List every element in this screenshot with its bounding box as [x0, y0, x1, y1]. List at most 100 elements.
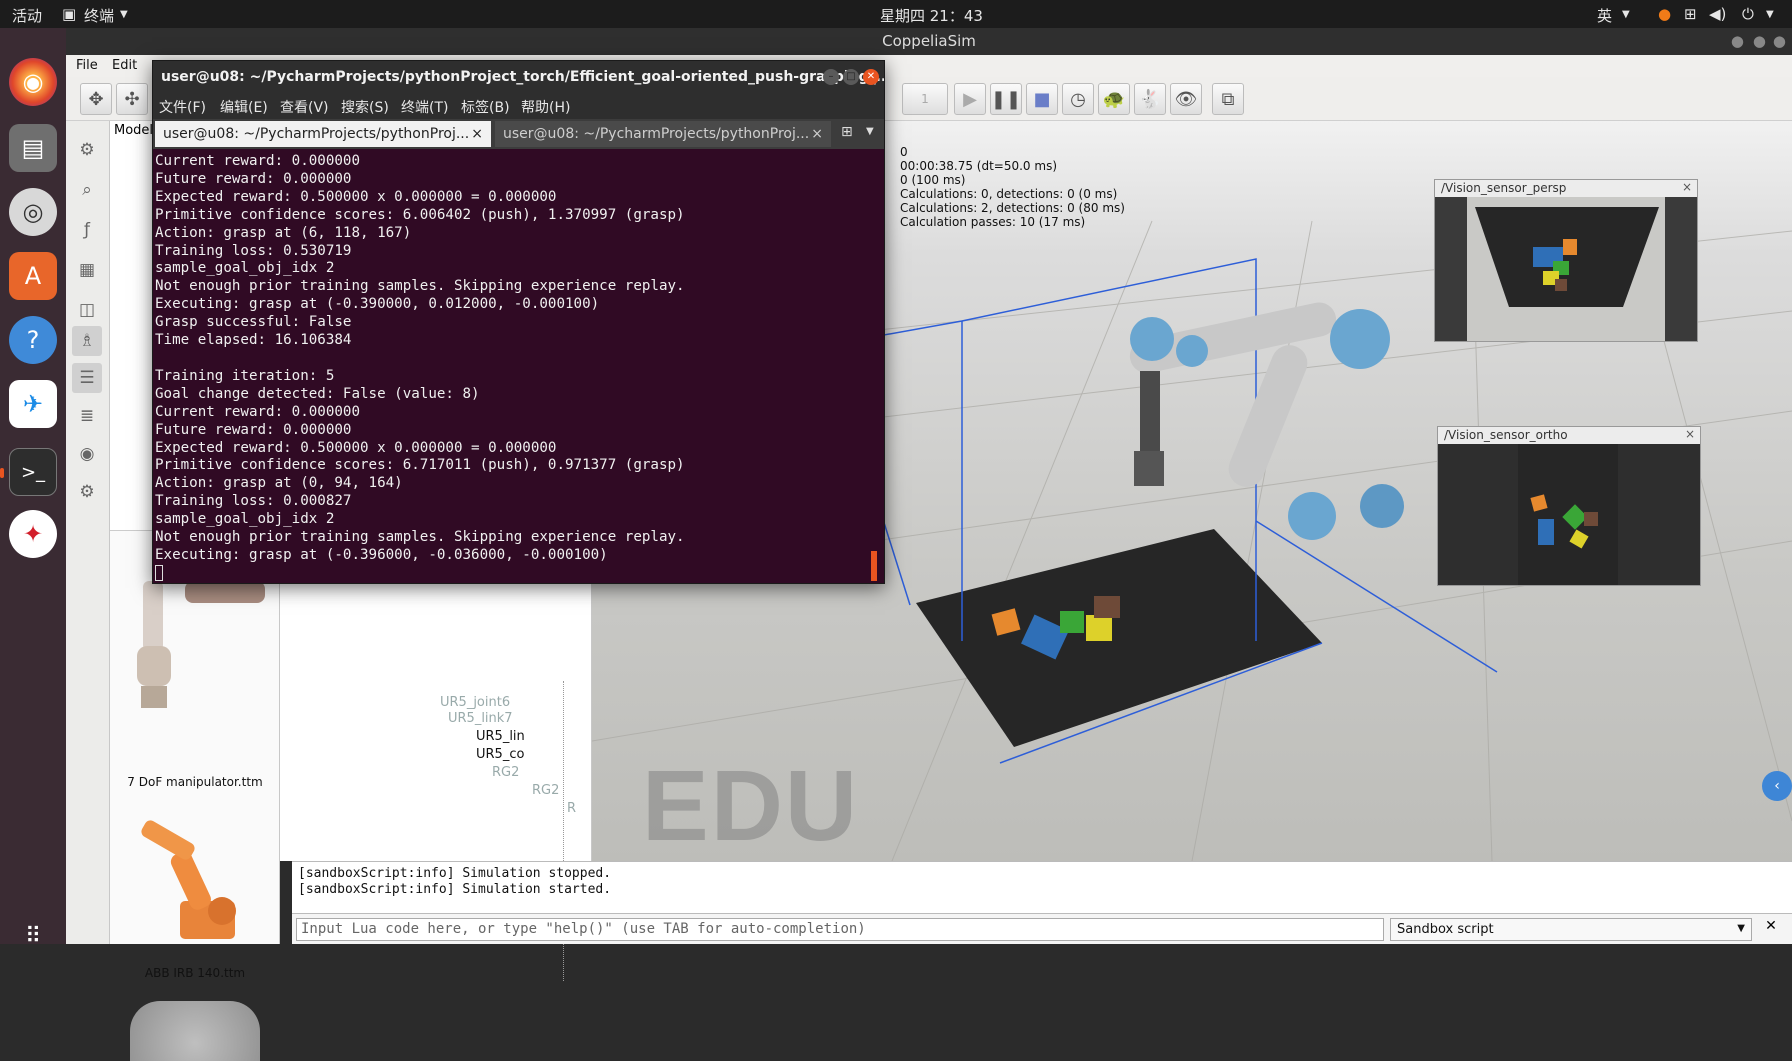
maximize-icon[interactable]: ●: [1753, 28, 1766, 55]
software-center-icon[interactable]: A: [9, 252, 57, 300]
rhythmbox-icon[interactable]: ◎: [9, 188, 57, 236]
layers-icon[interactable]: ≣: [72, 401, 102, 431]
model-thumbnail-abb[interactable]: [130, 811, 260, 951]
visualization-icon[interactable]: 👁: [1170, 83, 1202, 115]
terminal-cursor: [155, 564, 163, 581]
menu-help[interactable]: 帮助(H): [521, 97, 570, 117]
terminal-tab[interactable]: user@u08: ~/PycharmProjects/pythonProj..…: [495, 121, 831, 147]
scrollbar-thumb[interactable]: [871, 551, 877, 581]
menu-file[interactable]: 文件(F): [159, 97, 206, 117]
terminal-line: Executing: grasp at (-0.390000, 0.012000…: [155, 296, 600, 313]
dynamics-icon[interactable]: ◉: [72, 439, 102, 469]
info-line: 0 (100 ms): [900, 173, 966, 187]
close-icon[interactable]: ×: [1682, 180, 1692, 194]
realtime-icon[interactable]: ◷: [1062, 83, 1094, 115]
menu-file[interactable]: File: [76, 58, 98, 73]
menu-terminal[interactable]: 终端(T): [401, 97, 448, 117]
user-settings-icon[interactable]: ⚙: [72, 477, 102, 507]
window-title: CoppeliaSim: [882, 32, 976, 50]
script-select[interactable]: Sandbox script ▼: [1390, 918, 1752, 941]
app-menu[interactable]: 终端: [84, 5, 114, 26]
close-icon[interactable]: ✕: [1760, 918, 1782, 941]
tree-item[interactable]: RG2: [492, 765, 519, 780]
terminal-line: Executing: grasp at (-0.396000, -0.03600…: [155, 546, 608, 563]
firefox-icon[interactable]: ◉: [9, 58, 57, 106]
dock: ◉ ▤ ◎ A ? ✈ >_ ✦ ⠿: [0, 28, 66, 949]
lua-input[interactable]: Input Lua code here, or type "help()" (u…: [296, 918, 1384, 941]
minimize-icon[interactable]: –: [823, 69, 839, 85]
faster-icon[interactable]: 🐇: [1134, 83, 1166, 115]
model-browser-toggle-icon[interactable]: ♗: [72, 326, 102, 356]
show-apps-icon[interactable]: ⠿: [9, 916, 57, 956]
abb-irb140-image: [141, 820, 236, 939]
vision-sensor-title: /Vision_sensor_ortho: [1438, 427, 1700, 444]
info-line: Calculation passes: 10 (17 ms): [900, 215, 1086, 229]
menu-view[interactable]: 查看(V): [280, 97, 329, 117]
clock[interactable]: 星期四 21：43: [880, 5, 983, 26]
help-icon[interactable]: ?: [9, 316, 57, 364]
terminal-output[interactable]: Current reward: 0.000000 Future reward: 0…: [153, 149, 884, 583]
console-line: [sandboxScript:info] Simulation stopped.: [298, 866, 612, 881]
minimize-icon[interactable]: ●: [1731, 28, 1744, 55]
stop-icon[interactable]: ■: [1026, 83, 1058, 115]
network-icon[interactable]: ⊞: [1684, 5, 1697, 23]
input-method-indicator[interactable]: 英: [1597, 5, 1612, 26]
close-icon[interactable]: ✕: [863, 69, 879, 85]
close-icon[interactable]: ×: [1685, 427, 1695, 441]
menu-edit[interactable]: 编辑(E): [220, 97, 268, 117]
chevron-down-icon: ▼: [1622, 9, 1630, 20]
terminal-line: Goal change detected: False (value: 8): [155, 385, 480, 402]
pan-icon[interactable]: ✥: [80, 83, 112, 115]
terminal-tab-active[interactable]: user@u08: ~/PycharmProjects/pythonProj..…: [155, 121, 491, 147]
new-tab-icon[interactable]: ⊞: [841, 124, 853, 140]
rotate-camera-icon[interactable]: ✣: [116, 83, 148, 115]
chevron-down-icon: ▼: [1737, 923, 1745, 934]
maximize-icon[interactable]: □: [843, 69, 859, 85]
7dof-manipulator-image: [137, 581, 265, 708]
bilibili-icon[interactable]: ✦: [9, 510, 57, 558]
chevron-down-icon[interactable]: ▼: [866, 126, 874, 137]
volume-icon[interactable]: ◀): [1709, 5, 1726, 23]
shape-edit-icon[interactable]: ◫: [72, 295, 102, 325]
menu-search[interactable]: 搜索(S): [341, 97, 389, 117]
close-icon[interactable]: ×: [471, 121, 483, 147]
model-caption-7dof: 7 DoF manipulator.ttm: [127, 775, 263, 789]
play-icon[interactable]: ▶: [954, 83, 986, 115]
tree-item[interactable]: RG2: [532, 783, 559, 798]
pause-icon[interactable]: ❚❚: [990, 83, 1022, 115]
terminal-line: Future reward: 0.000000: [155, 170, 352, 187]
ur5-robot: [1129, 302, 1404, 540]
vision-sensor-ortho-window[interactable]: /Vision_sensor_ortho ×: [1437, 426, 1701, 586]
tree-item[interactable]: UR5_lin: [476, 729, 525, 744]
scene-hierarchy-toggle-icon[interactable]: ☰: [72, 363, 102, 393]
files-icon[interactable]: ▤: [9, 124, 57, 172]
close-icon[interactable]: ×: [811, 121, 823, 147]
menu-tabs[interactable]: 标签(B): [461, 97, 510, 117]
model-thumbnail-7dof[interactable]: [125, 561, 265, 741]
close-icon[interactable]: ●: [1773, 28, 1786, 55]
collection-icon[interactable]: ▦: [72, 255, 102, 285]
edu-watermark: EDU: [642, 750, 860, 861]
activities-button[interactable]: 活动: [12, 5, 42, 26]
vision-sensor-persp-window[interactable]: /Vision_sensor_persp ×: [1434, 179, 1698, 342]
scripts-icon[interactable]: ƒ: [72, 215, 102, 245]
slower-icon[interactable]: 🐢: [1098, 83, 1130, 115]
zoom-icon[interactable]: ⌕: [72, 175, 102, 205]
scene-settings-icon[interactable]: ⚙: [72, 135, 102, 165]
terminal-window[interactable]: user@u08: ~/PycharmProjects/pythonProjec…: [152, 60, 885, 584]
tree-item[interactable]: UR5_link7: [448, 711, 513, 726]
feishu-icon[interactable]: ✈: [9, 380, 57, 428]
tree-item[interactable]: UR5_joint6: [440, 695, 510, 710]
info-line: Calculations: 0, detections: 0 (0 ms): [900, 187, 1118, 201]
power-icon[interactable]: ⏻: [1742, 5, 1754, 23]
model-thumbnail-next[interactable]: [130, 1001, 260, 1061]
chevron-down-icon: ▼: [120, 9, 128, 20]
page-selector-icon[interactable]: ⧉: [1212, 83, 1244, 115]
info-line: Calculations: 2, detections: 0 (80 ms): [900, 201, 1125, 215]
menu-edit[interactable]: Edit: [112, 58, 137, 73]
tree-item[interactable]: UR5_co: [476, 747, 524, 762]
dt-combo[interactable]: 1: [902, 83, 948, 115]
top-bar: 活动 ▣ 终端 ▼ 星期四 21：43 英 ▼ ● ⊞ ◀) ⏻ ▼: [0, 0, 1792, 28]
terminal-icon[interactable]: >_: [9, 448, 57, 496]
collapse-panel-icon[interactable]: ‹: [1762, 771, 1792, 801]
